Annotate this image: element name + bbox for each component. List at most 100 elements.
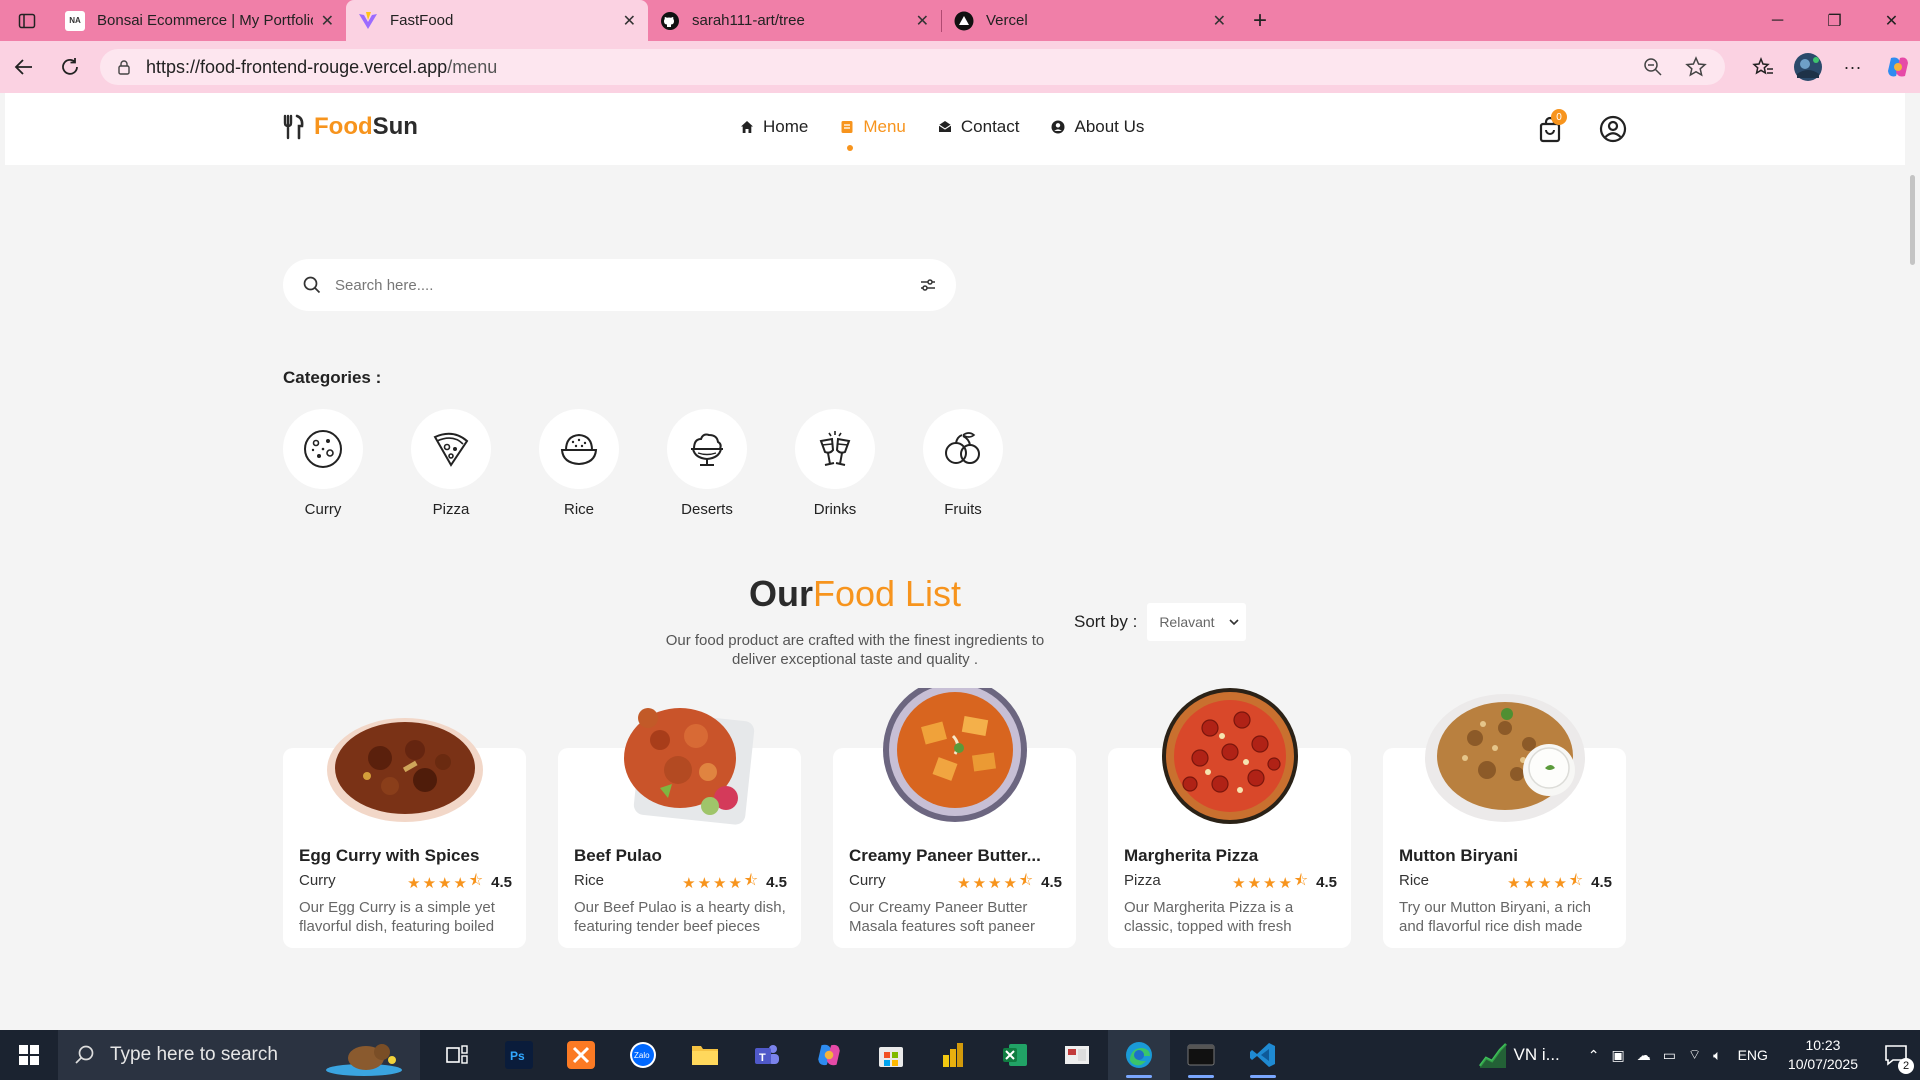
tab-title: FastFood — [390, 12, 454, 29]
close-icon[interactable]: ✕ — [916, 11, 929, 31]
category-rice[interactable]: Rice — [539, 409, 667, 518]
category-deserts[interactable]: Deserts — [667, 409, 795, 518]
vscode-app[interactable] — [1232, 1030, 1294, 1080]
teams-app[interactable]: T — [736, 1030, 798, 1080]
tab-title: sarah111-art/tree — [692, 12, 805, 29]
notification-count: 2 — [1898, 1058, 1914, 1074]
filter-icon[interactable] — [918, 275, 938, 295]
product-card[interactable]: Margherita Pizza Pizza ★ ★ ★ ★ ⯪ 4.5 Our Marg… — [1108, 688, 1351, 948]
close-icon[interactable]: ✕ — [321, 11, 334, 31]
nav-home[interactable]: Home — [740, 117, 808, 137]
store-icon — [879, 1047, 903, 1067]
star-icon: ★ — [728, 874, 742, 892]
clock-time: 10:23 — [1805, 1037, 1841, 1053]
photoshop-app[interactable]: Ps — [488, 1030, 550, 1080]
product-name: Mutton Biryani — [1399, 846, 1518, 865]
store-app[interactable] — [860, 1030, 922, 1080]
reload-icon — [62, 58, 78, 75]
tab-portfolio[interactable]: NA Bonsai Ecommerce | My Portfolio ✕ — [53, 0, 346, 41]
meet-icon[interactable]: ▣ — [1612, 1047, 1625, 1064]
minimize-button[interactable]: ─ — [1749, 0, 1806, 41]
logo-food-text: Food — [314, 113, 373, 140]
category-pizza[interactable]: Pizza — [411, 409, 539, 518]
back-button[interactable] — [2, 47, 46, 87]
volume-icon[interactable]: 🔈︎ — [1713, 1047, 1721, 1064]
category-drinks[interactable]: Drinks — [795, 409, 923, 518]
nav-contact[interactable]: Contact — [938, 117, 1019, 137]
stock-ticker-text[interactable]: VN i... — [1514, 1045, 1560, 1065]
start-button[interactable] — [0, 1030, 58, 1080]
star-icon: ★ — [1538, 874, 1552, 892]
reload-button[interactable] — [48, 47, 92, 87]
nav-menu[interactable]: Menu — [840, 117, 906, 151]
taskbar-search[interactable]: Type here to search — [58, 1030, 420, 1080]
xampp-app[interactable] — [550, 1030, 612, 1080]
close-icon[interactable]: ✕ — [623, 11, 636, 31]
star-icon: ★ — [453, 874, 467, 892]
wifi-icon[interactable]: ⌔ — [1688, 1046, 1701, 1064]
search-input[interactable] — [335, 276, 895, 294]
system-tray: VN i... ⌃ ▣ ☁ ▭ ⌔ 🔈︎ ENG 10:23 10/07/202… — [1478, 1030, 1920, 1080]
site-logo[interactable]: Food Sun — [282, 113, 418, 141]
battery-icon[interactable]: ▭ — [1663, 1047, 1676, 1064]
star-icon: ★ — [697, 874, 712, 892]
product-description: Our Creamy Paneer Butter Masala features… — [849, 899, 1035, 935]
restore-button[interactable]: ❐ — [1806, 0, 1863, 41]
sort-select[interactable]: Relavant — [1147, 603, 1247, 641]
profile-button[interactable] — [1785, 41, 1830, 93]
task-view-button[interactable] — [426, 1030, 488, 1080]
new-tab-button[interactable]: + — [1238, 0, 1282, 41]
copilot-button[interactable] — [1875, 41, 1920, 93]
product-card[interactable]: Creamy Paneer Butter... Curry ★ ★ ★ ★ ⯪ 4.5 O… — [833, 688, 1076, 948]
terminal-app[interactable] — [1170, 1030, 1232, 1080]
copilot-app[interactable] — [798, 1030, 860, 1080]
site-info-icon[interactable] — [116, 59, 132, 75]
pizza-dish-image — [1161, 688, 1298, 824]
scrollbar-thumb[interactable] — [1910, 175, 1915, 265]
page-scrollbar[interactable] — [1905, 93, 1920, 1027]
file-explorer-app[interactable] — [674, 1030, 736, 1080]
category-label: Drinks — [813, 501, 857, 518]
excel-app[interactable] — [984, 1030, 1046, 1080]
close-window-button[interactable]: ✕ — [1863, 0, 1920, 41]
snipping-app[interactable] — [1046, 1030, 1108, 1080]
favorite-star-icon[interactable] — [1685, 56, 1707, 78]
fruits-icon — [945, 432, 980, 464]
cloud-icon[interactable]: ☁ — [1637, 1047, 1651, 1064]
web-page: Food Sun Home Menu Contact About Us 0 Se… — [5, 93, 1905, 1027]
product-card[interactable]: Mutton Biryani Rice ★ ★ ★ ★ ⯪ 4.5 Try our Mut… — [1383, 694, 1626, 948]
favorites-icon — [1751, 56, 1773, 75]
tab-actions-button[interactable] — [0, 0, 53, 41]
star-half-icon: ⯪ — [1293, 872, 1309, 889]
main-navigation: Home Menu Contact About Us — [740, 117, 1176, 151]
edge-app[interactable] — [1108, 1030, 1170, 1080]
product-category: Rice — [1399, 872, 1430, 889]
zoom-icon[interactable] — [1643, 57, 1663, 77]
category-curry[interactable]: Curry — [283, 409, 411, 518]
tab-github[interactable]: sarah111-art/tree ✕ — [648, 0, 941, 41]
address-bar[interactable]: https://food-frontend-rouge.vercel.app/m… — [100, 49, 1725, 85]
powerbi-app[interactable] — [922, 1030, 984, 1080]
nav-about[interactable]: About Us — [1051, 117, 1144, 137]
product-description: Our Margherita Pizza is a classic, toppe… — [1124, 899, 1294, 935]
category-fruits[interactable]: Fruits — [923, 409, 1051, 518]
user-account-icon — [1599, 115, 1627, 143]
favorites-button[interactable] — [1740, 41, 1785, 93]
tab-vercel[interactable]: Vercel ✕ — [942, 0, 1238, 41]
cart-button[interactable]: 0 — [1535, 109, 1567, 145]
settings-more-button[interactable]: ··· — [1830, 41, 1875, 93]
url-path: /menu — [447, 56, 498, 77]
product-card[interactable]: Beef Pulao Rice ★ ★ ★ ★ ⯪ 4.5 Our Beef Pulao … — [558, 708, 801, 948]
stock-chart-icon[interactable] — [1478, 1042, 1508, 1068]
chevron-up-icon[interactable]: ⌃ — [1588, 1047, 1600, 1064]
language-indicator[interactable]: ENG — [1738, 1047, 1768, 1063]
more-icon: ··· — [1843, 56, 1862, 77]
tab-fastfood[interactable]: FastFood ✕ — [346, 0, 648, 41]
clock[interactable]: 10:23 10/07/2025 — [1788, 1036, 1858, 1074]
product-card[interactable]: Egg Curry with Spices Curry ★ ★ ★ ★ ⯪ 4.5 Our… — [283, 718, 526, 948]
close-icon[interactable]: ✕ — [1213, 11, 1226, 31]
account-button[interactable] — [1598, 114, 1628, 144]
zalo-app[interactable]: Zalo — [612, 1030, 674, 1080]
notifications-button[interactable]: 2 — [1872, 1030, 1920, 1080]
github-icon — [660, 11, 680, 31]
